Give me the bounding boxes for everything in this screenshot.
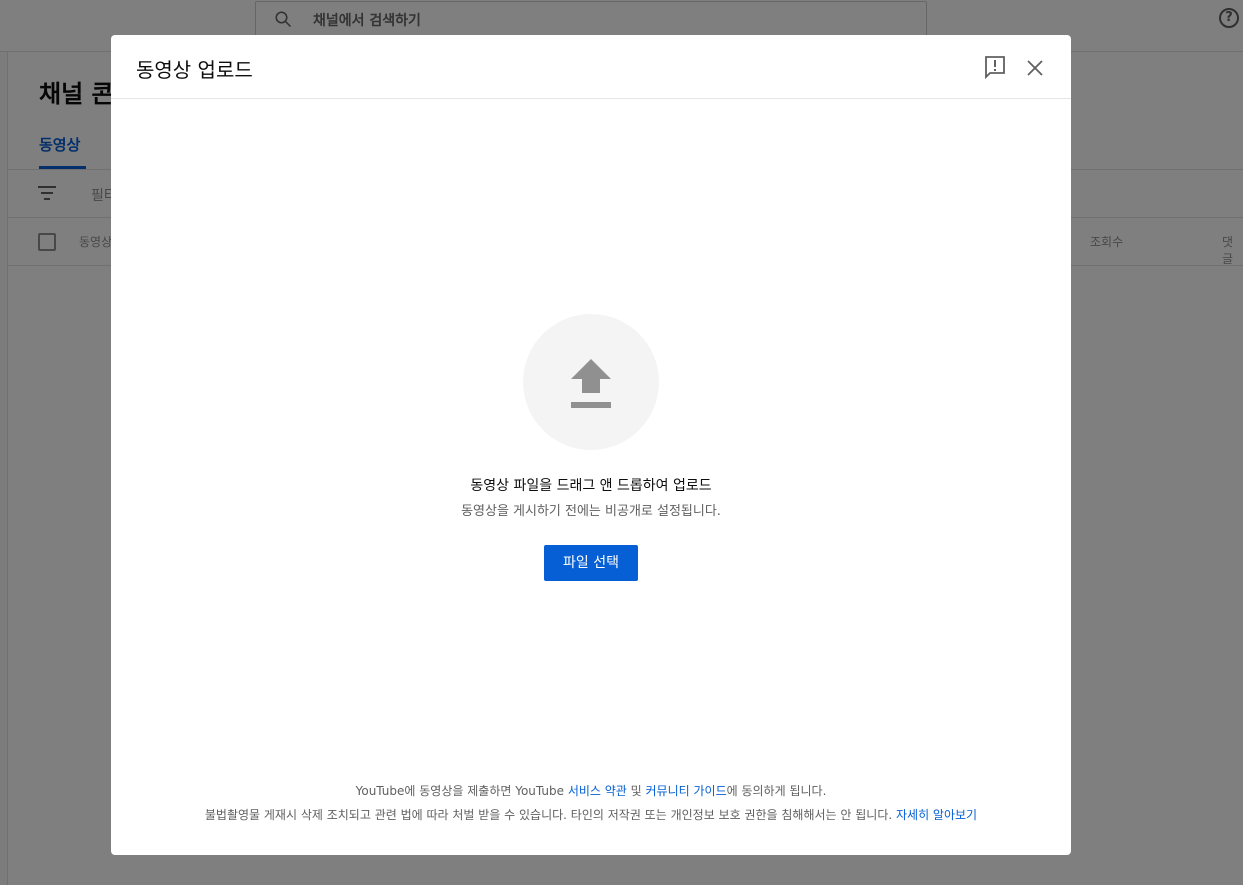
terms-of-service-link[interactable]: 서비스 약관 — [568, 784, 627, 798]
terms-notice-prefix: YouTube에 동영상을 제출하면 YouTube — [355, 784, 568, 798]
upload-arrow-icon — [571, 359, 611, 408]
terms-notice-and: 및 — [626, 784, 646, 798]
dialog-title: 동영상 업로드 — [136, 58, 253, 82]
upload-drop-target[interactable] — [523, 314, 659, 450]
legal-warning-text: 불법촬영물 게재시 삭제 조치되고 관련 법에 따라 처벌 받을 수 있습니다.… — [204, 808, 896, 822]
drag-drop-title: 동영상 파일을 드래그 앤 드롭하여 업로드 — [470, 478, 712, 494]
select-files-button[interactable]: 파일 선택 — [544, 545, 638, 581]
close-icon[interactable] — [1025, 58, 1045, 78]
dialog-header: 동영상 업로드 — [111, 35, 1071, 99]
upload-video-dialog: 동영상 업로드 동영상 파일을 드래그 앤 드롭하여 업로드 동영상을 게시하기… — [111, 35, 1071, 855]
feedback-icon[interactable] — [984, 55, 1006, 79]
legal-warning: 불법촬영물 게재시 삭제 조치되고 관련 법에 따라 처벌 받을 수 있습니다.… — [111, 806, 1071, 823]
community-guidelines-link[interactable]: 커뮤니티 가이드 — [646, 784, 727, 798]
learn-more-link[interactable]: 자세히 알아보기 — [896, 808, 977, 822]
terms-notice-suffix: 에 동의하게 됩니다. — [726, 784, 827, 798]
terms-notice: YouTube에 동영상을 제출하면 YouTube 서비스 약관 및 커뮤니티… — [111, 782, 1071, 799]
privacy-note: 동영상을 게시하기 전에는 비공개로 설정됩니다. — [461, 504, 721, 519]
